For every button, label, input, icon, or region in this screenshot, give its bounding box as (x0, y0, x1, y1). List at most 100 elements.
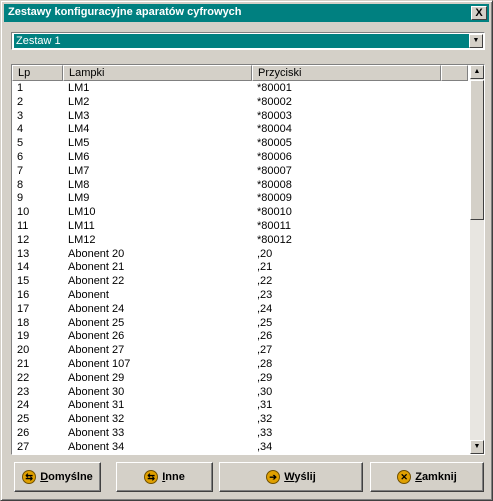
title-bar: Zestawy konfiguracyjne aparatów cyfrowyc… (4, 4, 489, 22)
cell-lp: 26 (17, 426, 30, 439)
table-row[interactable]: 15 Abonent 22 ,22 (12, 275, 470, 289)
vertical-scrollbar[interactable]: ▲ ▼ (470, 65, 484, 454)
other-button[interactable]: ⇆ Inne (116, 462, 213, 492)
table-row[interactable]: 5 LM5 *80005 (12, 137, 470, 151)
arrows-icon: ⇆ (22, 470, 37, 484)
table-row[interactable]: 24 Abonent 31 ,31 (12, 399, 470, 413)
cell-lampki: Abonent 31 (68, 399, 125, 412)
table-row[interactable]: 10 LM10 *80010 (12, 206, 470, 220)
cell-przyciski: ,23 (257, 288, 273, 301)
table-row[interactable]: 13 Abonent 20 ,20 (12, 248, 470, 262)
cell-lp: 16 (17, 288, 30, 301)
table-row[interactable]: 9 LM9 *80009 (12, 192, 470, 206)
close-button-label: Zamknij (415, 471, 457, 483)
cell-przyciski: *80006 (257, 150, 292, 163)
cell-lp: 9 (17, 192, 24, 205)
table-row[interactable]: 16 Abonent ,23 (12, 289, 470, 303)
scroll-down-icon[interactable]: ▼ (470, 440, 484, 454)
table-row[interactable]: 2 LM2 *80002 (12, 96, 470, 110)
cell-lp: 10 (17, 206, 30, 219)
close-window-button[interactable]: X (471, 6, 487, 20)
cell-przyciski: *80004 (257, 123, 292, 136)
cell-lp: 3 (17, 109, 24, 122)
cell-przyciski: ,24 (257, 302, 273, 315)
cell-lampki: Abonent 26 (68, 330, 125, 343)
cell-przyciski: ,33 (257, 426, 273, 439)
table-row[interactable]: 20 Abonent 27 ,27 (12, 344, 470, 358)
table-row[interactable]: 21 Abonent 107 ,28 (12, 358, 470, 372)
table-row[interactable]: 1 LM1 *80001 (12, 82, 470, 96)
cell-przyciski: ,21 (257, 261, 273, 274)
column-header-przyciski[interactable]: Przyciski (252, 65, 441, 81)
cell-lampki: Abonent (68, 288, 109, 301)
scroll-up-icon[interactable]: ▲ (470, 65, 484, 79)
cell-lampki: LM3 (68, 109, 90, 122)
table-row[interactable]: 4 LM4 *80004 (12, 123, 470, 137)
default-button-label: Domyślne (40, 471, 93, 483)
table-header: Lp Lampki Przyciski (12, 65, 482, 81)
cell-lp: 2 (17, 95, 24, 108)
cell-lp: 17 (17, 302, 30, 315)
table-body: 1 LM1 *80001 2 LM2 *80002 3 LM3 *80003 4 LM4 *80004… (12, 82, 470, 454)
cell-lp: 15 (17, 275, 30, 288)
close-button[interactable]: ✕ Zamknij (370, 462, 484, 492)
config-table[interactable]: Lp Lampki Przyciski 1 LM1 *80001 2 LM2 *80002… (11, 64, 485, 455)
cell-lp: 8 (17, 178, 24, 191)
set-select-value: Zestaw 1 (14, 34, 470, 48)
chevron-down-icon[interactable]: ▼ (469, 34, 483, 48)
cell-przyciski: *80001 (257, 82, 292, 94)
cell-lampki: Abonent 29 (68, 371, 125, 384)
table-row[interactable]: 12 LM12 *80012 (12, 234, 470, 248)
cell-lampki: Abonent 107 (68, 357, 131, 370)
column-header-lampki[interactable]: Lampki (63, 65, 252, 81)
column-header-lp[interactable]: Lp (12, 65, 63, 81)
send-button-label: Wyślij (284, 471, 316, 483)
cell-przyciski: *80002 (257, 95, 292, 108)
dialog-window: Zestawy konfiguracyjne aparatów cyfrowyc… (0, 0, 493, 501)
cell-przyciski: *80009 (257, 192, 292, 205)
table-row[interactable]: 14 Abonent 21 ,21 (12, 261, 470, 275)
table-row[interactable]: 3 LM3 *80003 (12, 110, 470, 124)
cell-lp: 1 (17, 82, 24, 94)
cell-lampki: Abonent 24 (68, 302, 125, 315)
cell-lp: 4 (17, 123, 24, 136)
table-row[interactable]: 18 Abonent 25 ,25 (12, 317, 470, 331)
cell-przyciski: *80012 (257, 233, 292, 246)
cell-lp: 23 (17, 385, 30, 398)
table-row[interactable]: 22 Abonent 29 ,29 (12, 372, 470, 386)
cell-przyciski: *80003 (257, 109, 292, 122)
default-button[interactable]: ⇆ Domyślne (14, 462, 101, 492)
table-row[interactable]: 17 Abonent 24 ,24 (12, 303, 470, 317)
cell-przyciski: ,29 (257, 371, 273, 384)
table-row[interactable]: 26 Abonent 33 ,33 (12, 427, 470, 441)
cell-lp: 24 (17, 399, 30, 412)
cell-lampki: LM12 (68, 233, 96, 246)
cell-przyciski: *80010 (257, 206, 292, 219)
set-select[interactable]: Zestaw 1 ▼ (11, 32, 485, 50)
table-row[interactable]: 25 Abonent 32 ,32 (12, 413, 470, 427)
other-button-label: Inne (162, 471, 185, 483)
cell-lp: 5 (17, 137, 24, 150)
cell-przyciski: ,26 (257, 330, 273, 343)
table-row[interactable]: 19 Abonent 26 ,26 (12, 330, 470, 344)
cell-przyciski: *80007 (257, 164, 292, 177)
table-row[interactable]: 6 LM6 *80006 (12, 151, 470, 165)
cell-przyciski: ,25 (257, 316, 273, 329)
cell-lp: 20 (17, 344, 30, 357)
cell-lp: 12 (17, 233, 30, 246)
cell-lp: 25 (17, 413, 30, 426)
cell-lampki: LM8 (68, 178, 90, 191)
cell-przyciski: ,31 (257, 399, 273, 412)
table-row[interactable]: 11 LM11 *80011 (12, 220, 470, 234)
table-row[interactable]: 8 LM8 *80008 (12, 179, 470, 193)
cell-lp: 19 (17, 330, 30, 343)
send-button[interactable]: ➔ Wyślij (219, 462, 363, 492)
scroll-thumb[interactable] (470, 80, 484, 220)
table-row[interactable]: 7 LM7 *80007 (12, 165, 470, 179)
cell-lampki: LM6 (68, 150, 90, 163)
cell-lampki: Abonent 25 (68, 316, 125, 329)
cell-lampki: LM2 (68, 95, 90, 108)
table-row[interactable]: 27 Abonent 34 ,34 (12, 441, 470, 454)
table-row[interactable]: 23 Abonent 30 ,30 (12, 386, 470, 400)
cell-lampki: Abonent 33 (68, 426, 125, 439)
